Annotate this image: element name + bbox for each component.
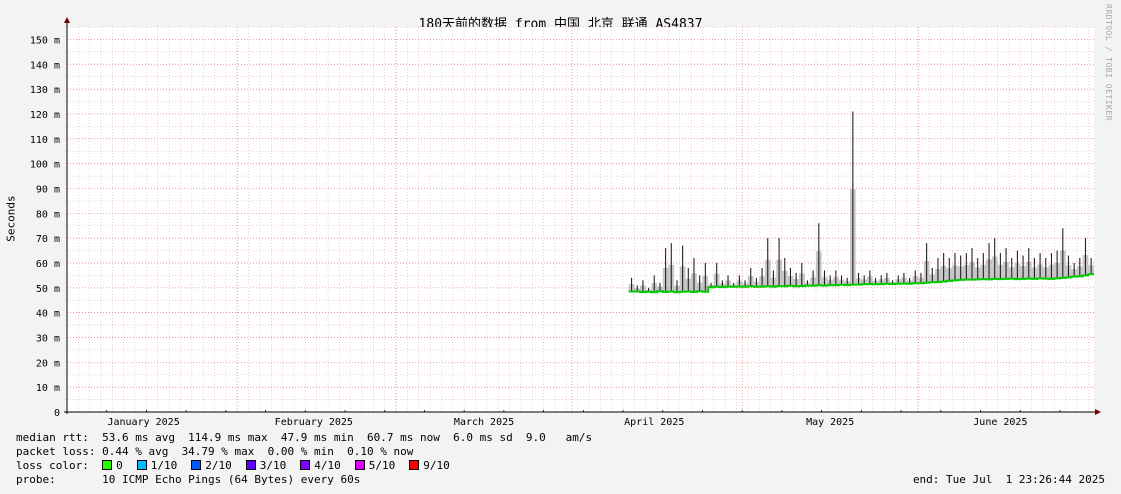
loss-color-label: loss color: [16, 459, 89, 472]
y-tick-label: 80 m [36, 209, 60, 220]
y-tick-label: 20 m [36, 358, 60, 369]
loss-color-label-text: 9/10 [423, 459, 450, 472]
y-tick-label: 30 m [36, 333, 60, 344]
loss-color-swatch [409, 460, 420, 470]
y-tick-labels: 0 10 m 20 m 30 m 40 m 50 m 60 m 70 m 80 m 90 m 100… [30, 35, 60, 419]
x-tick-label: May 2025 [806, 417, 854, 428]
latency-chart: 0 10 m 20 m 30 m 40 m 50 m 60 m 70 m 80 m 90 m 100… [30, 17, 1101, 428]
x-tick-label: April 2025 [624, 417, 684, 428]
loss-color-swatch [354, 460, 365, 470]
loss-color-label-text: 4/10 [314, 459, 341, 472]
loss-color-item: 5/10 [354, 459, 396, 472]
y-tick-label: 60 m [36, 259, 60, 270]
y-tick-label: 40 m [36, 309, 60, 320]
y-tick-label: 0 [54, 408, 60, 419]
legend-end-time: end: Tue Jul 1 23:26:44 2025 [912, 473, 1105, 486]
y-tick-label: 140 m [30, 60, 60, 71]
y-tick-label: 100 m [30, 160, 60, 171]
x-tick-label: February 2025 [275, 417, 353, 428]
y-axis-arrow [64, 17, 70, 23]
loss-color-label-text: 1/10 [150, 459, 178, 472]
loss-color-label-text: 0 [116, 459, 123, 472]
loss-color-item: 3/10 [245, 459, 287, 472]
loss-color-item: 1/10 [136, 459, 178, 472]
x-tick-labels: January 2025 February 2025 March 2025 April… [107, 417, 1027, 428]
y-tick-label: 90 m [36, 184, 60, 195]
legend-median-rtt: median rtt: 53.6 ms avg 114.9 ms max 47.… [16, 431, 593, 444]
loss-color-label-text: 2/10 [205, 459, 232, 472]
loss-color-item: 0 [102, 459, 123, 472]
loss-color-item: 4/10 [300, 459, 341, 472]
y-tick-label: 10 m [36, 383, 60, 394]
loss-color-swatch [136, 460, 147, 470]
legend-probe-row: probe: 10 ICMP Echo Pings (64 Bytes) eve… [16, 473, 1111, 487]
loss-color-item: 9/10 [409, 459, 450, 472]
loss-color-swatch [300, 460, 311, 470]
loss-color-swatches: 0 1/10 2/10 3/10 4/10 5/10 9/10 [102, 459, 464, 472]
x-tick-label: March 2025 [454, 417, 514, 428]
loss-color-swatch [102, 460, 113, 470]
y-tick-label: 110 m [30, 135, 60, 146]
loss-color-label-text: 5/10 [368, 459, 396, 472]
loss-color-swatch [191, 460, 202, 470]
plot-area [67, 27, 1094, 412]
loss-color-item: 2/10 [191, 459, 232, 472]
loss-color-label-text: 3/10 [259, 459, 287, 472]
legend-probe: probe: 10 ICMP Echo Pings (64 Bytes) eve… [16, 473, 361, 486]
y-tick-label: 120 m [30, 110, 60, 121]
legend-packet-loss: packet loss: 0.44 % avg 34.79 % max 0.00… [16, 445, 414, 458]
y-tick-label: 70 m [36, 234, 60, 245]
loss-color-swatch [245, 460, 256, 470]
legend-loss-color: loss color: 0 1/10 2/10 3/10 4/10 5/10 9/10 [16, 459, 1111, 473]
y-tick-label: 150 m [30, 35, 60, 46]
x-axis-arrow [1095, 409, 1101, 415]
legend: median rtt: 53.6 ms avg 114.9 ms max 47.… [16, 431, 1111, 487]
x-tick-label: January 2025 [107, 417, 179, 428]
y-tick-label: 130 m [30, 85, 60, 96]
y-tick-label: 50 m [36, 284, 60, 295]
x-tick-label: June 2025 [973, 417, 1027, 428]
